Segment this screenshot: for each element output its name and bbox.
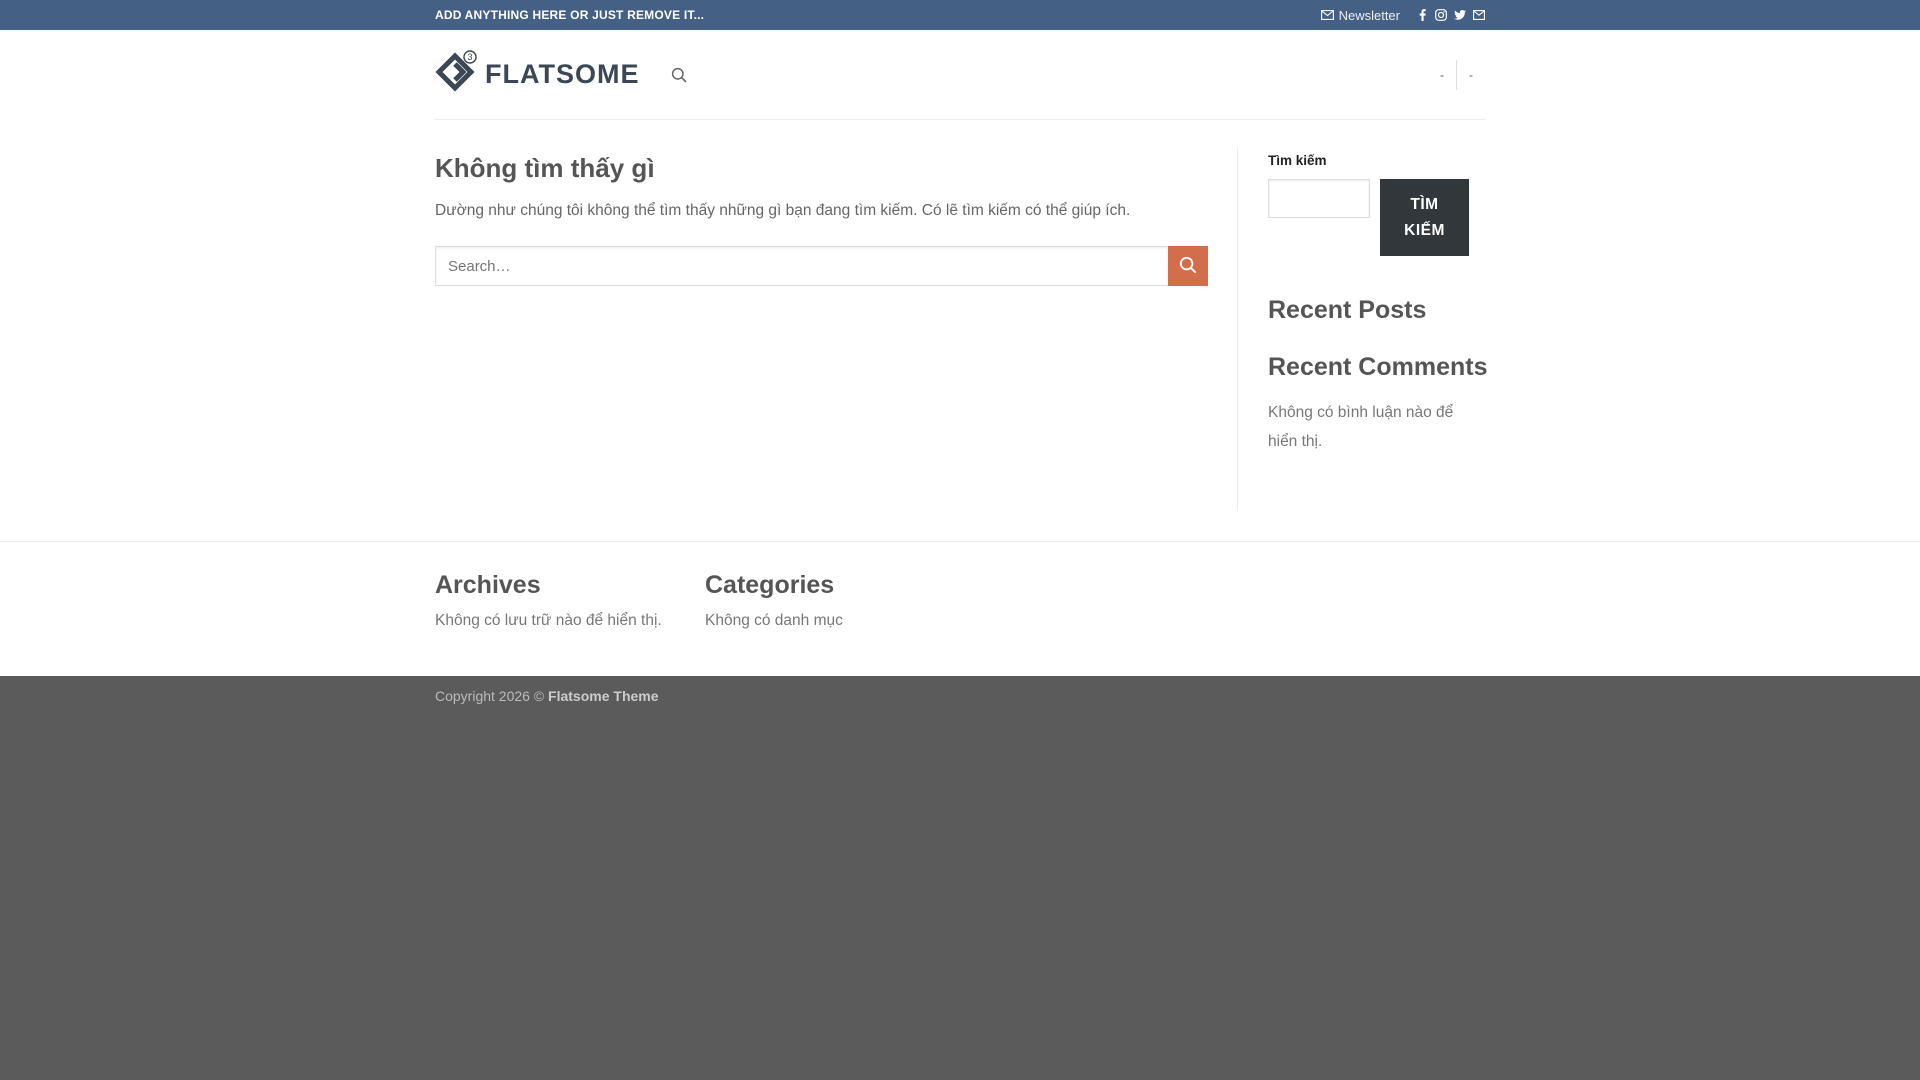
copyright: Copyright 2026 © Flatsome Theme bbox=[435, 688, 659, 704]
search-input[interactable] bbox=[435, 246, 1168, 286]
search-submit-button[interactable] bbox=[1168, 246, 1208, 286]
search-icon bbox=[1179, 256, 1197, 277]
site-logo[interactable]: 3 FLATSOME bbox=[435, 50, 639, 99]
header-link-2[interactable]: - bbox=[1457, 68, 1485, 82]
email-icon[interactable] bbox=[1473, 9, 1485, 21]
header-right-links: - - bbox=[1428, 59, 1485, 91]
copyright-brand: Flatsome Theme bbox=[548, 688, 659, 704]
categories-empty: Không có danh mục bbox=[705, 612, 843, 629]
twitter-icon[interactable] bbox=[1454, 9, 1466, 21]
recent-comments-empty: Không có bình luận nào để hiển thị. bbox=[1268, 404, 1454, 450]
sidebar-search-button-label: TÌM KIẾM bbox=[1404, 195, 1445, 239]
envelope-icon bbox=[1320, 8, 1334, 23]
top-bar: ADD ANYTHING HERE OR JUST REMOVE IT... N… bbox=[0, 0, 1920, 30]
search-form bbox=[435, 246, 1208, 286]
instagram-icon[interactable] bbox=[1435, 9, 1447, 21]
site-header: 3 FLATSOME - - bbox=[0, 30, 1920, 120]
recent-comments-title: Recent Comments bbox=[1268, 353, 1488, 381]
sidebar-search-input[interactable] bbox=[1268, 179, 1370, 218]
archives-empty: Không có lưu trữ nào để hiển thị. bbox=[435, 612, 662, 629]
page-title: Không tìm thấy gì bbox=[435, 153, 655, 183]
facebook-icon[interactable] bbox=[1416, 9, 1428, 21]
copyright-text: Copyright 2026 © bbox=[435, 688, 545, 704]
sidebar-search-label: Tìm kiếm bbox=[1268, 153, 1327, 168]
newsletter-label: Newsletter bbox=[1338, 7, 1400, 23]
header-search-icon[interactable] bbox=[671, 67, 687, 83]
header-link-1[interactable]: - bbox=[1428, 68, 1456, 82]
top-bar-text: ADD ANYTHING HERE OR JUST REMOVE IT... bbox=[435, 8, 705, 22]
svg-text:3: 3 bbox=[467, 52, 472, 62]
sidebar-divider bbox=[1237, 148, 1238, 511]
absolute-footer: Copyright 2026 © Flatsome Theme bbox=[0, 676, 1920, 1080]
categories-title: Categories bbox=[705, 571, 835, 599]
sidebar-search-button[interactable]: TÌM KIẾM bbox=[1380, 179, 1469, 256]
page-description: Dường như chúng tôi không thể tìm thấy n… bbox=[435, 202, 1131, 219]
recent-posts-title: Recent Posts bbox=[1268, 296, 1427, 324]
top-bar-right: Newsletter bbox=[1320, 7, 1485, 23]
archives-title: Archives bbox=[435, 571, 541, 599]
categories-widget: Categories Không có danh mục bbox=[705, 571, 843, 630]
archives-widget: Archives Không có lưu trữ nào để hiển th… bbox=[435, 571, 662, 630]
social-icons bbox=[1416, 9, 1485, 21]
footer-widgets: Archives Không có lưu trữ nào để hiển th… bbox=[0, 541, 1920, 676]
newsletter-link[interactable]: Newsletter bbox=[1320, 7, 1400, 23]
logo-mark-icon: 3 bbox=[435, 50, 479, 99]
logo-text: FLATSOME bbox=[485, 59, 640, 89]
main-content: Không tìm thấy gì Dường như chúng tôi kh… bbox=[0, 120, 1920, 541]
